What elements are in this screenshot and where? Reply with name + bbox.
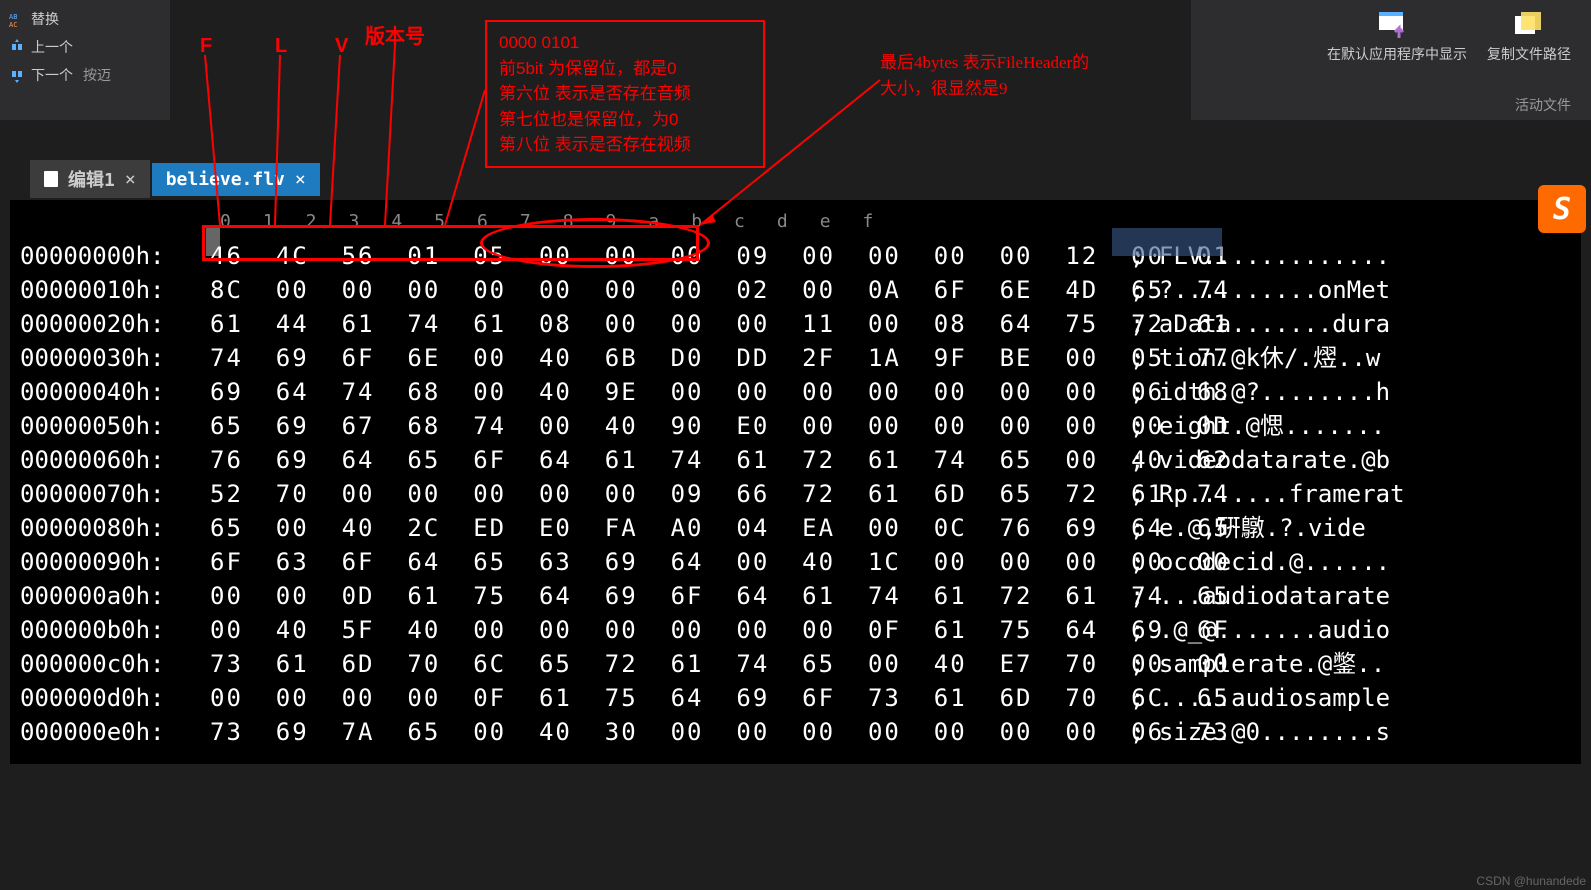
hex-row[interactable]: 00000070h:52 70 00 00 00 00 00 09 66 72 …	[20, 477, 1571, 511]
flags-annotation: 0000 0101 前5bit 为保留位，都是0 第六位 表示是否存在音频 第七…	[485, 20, 765, 168]
hex-row[interactable]: 000000b0h:00 40 5F 40 00 00 00 00 00 00 …	[20, 613, 1571, 647]
open-default-icon	[1377, 10, 1417, 40]
column-header: 0123456789abcdef	[20, 205, 1571, 239]
binoculars-up-icon	[9, 39, 25, 55]
prev-label: 上一个	[31, 37, 73, 57]
replace-action[interactable]: ABAC 替换	[5, 5, 165, 33]
close-tab-icon[interactable]: ×	[125, 169, 136, 190]
label-version: 版本号	[365, 20, 425, 49]
hex-row[interactable]: 00000020h:61 44 61 74 61 08 00 00 00 11 …	[20, 307, 1571, 341]
label-V: V	[335, 35, 348, 58]
active-file-label: 活动文件	[1515, 95, 1571, 115]
replace-icon: ABAC	[9, 11, 25, 27]
label-F: F	[200, 35, 212, 58]
input-method-badge[interactable]: S	[1538, 185, 1586, 233]
hex-row[interactable]: 00000060h:76 69 64 65 6F 64 61 74 61 72 …	[20, 443, 1571, 477]
prev-action[interactable]: 上一个	[5, 33, 165, 61]
replace-label: 替换	[31, 9, 59, 29]
copy-path-label: 复制文件路径	[1487, 44, 1571, 64]
hex-row[interactable]: 00000030h:74 69 6F 6E 00 40 6B D0 DD 2F …	[20, 341, 1571, 375]
next-label: 下一个	[31, 65, 73, 85]
hex-editor[interactable]: 0123456789abcdef 00000000h:46 4C 56 01 0…	[10, 200, 1581, 764]
toolbar-left: ABAC 替换 上一个 下一个 按迈	[0, 0, 170, 120]
hex-row[interactable]: 00000040h:69 64 74 68 00 40 9E 00 00 00 …	[20, 375, 1571, 409]
next-action[interactable]: 下一个 按迈	[5, 61, 165, 89]
binoculars-down-icon	[9, 67, 25, 83]
next-extra: 按迈	[83, 65, 111, 85]
close-tab-icon[interactable]: ×	[295, 169, 306, 190]
hex-row[interactable]: 000000d0h:00 00 00 00 0F 61 75 64 69 6F …	[20, 681, 1571, 715]
tab-believe-label: believe.flv	[166, 169, 285, 190]
tab-bar: 编辑1 × believe.flv ×	[30, 160, 320, 198]
tab-believe[interactable]: believe.flv ×	[152, 163, 320, 196]
tab-edit1-label: 编辑1	[68, 166, 115, 192]
hex-row[interactable]: 00000090h:6F 63 6F 64 65 63 69 64 00 40 …	[20, 545, 1571, 579]
watermark: CSDN @hunandede	[1476, 874, 1586, 888]
label-L: L	[275, 35, 287, 58]
svg-text:AC: AC	[9, 21, 17, 27]
copy-path-action[interactable]: 复制文件路径	[1487, 10, 1571, 64]
open-default-label: 在默认应用程序中显示	[1327, 44, 1467, 64]
hex-row[interactable]: 000000a0h:00 00 0D 61 75 64 69 6F 64 61 …	[20, 579, 1571, 613]
copy-path-icon	[1509, 10, 1549, 40]
open-default-action[interactable]: 在默认应用程序中显示	[1327, 10, 1467, 64]
hex-row[interactable]: 00000050h:65 69 67 68 74 00 40 90 E0 00 …	[20, 409, 1571, 443]
tab-edit1[interactable]: 编辑1 ×	[30, 160, 150, 198]
hex-row[interactable]: 00000080h:65 00 40 2C ED E0 FA A0 04 EA …	[20, 511, 1571, 545]
hex-row[interactable]: 000000c0h:73 61 6D 70 6C 65 72 61 74 65 …	[20, 647, 1571, 681]
hex-row[interactable]: 00000010h:8C 00 00 00 00 00 00 00 02 00 …	[20, 273, 1571, 307]
hex-row[interactable]: 000000e0h:73 69 7A 65 00 40 30 00 00 00 …	[20, 715, 1571, 749]
document-icon	[44, 171, 58, 187]
svg-text:AB: AB	[9, 13, 17, 21]
headersize-annotation: 最后4bytes 表示FileHeader的 大小，很显然是9	[880, 50, 1089, 101]
hex-row[interactable]: 00000000h:46 4C 56 01 05 00 00 00 09 00 …	[20, 239, 1571, 273]
